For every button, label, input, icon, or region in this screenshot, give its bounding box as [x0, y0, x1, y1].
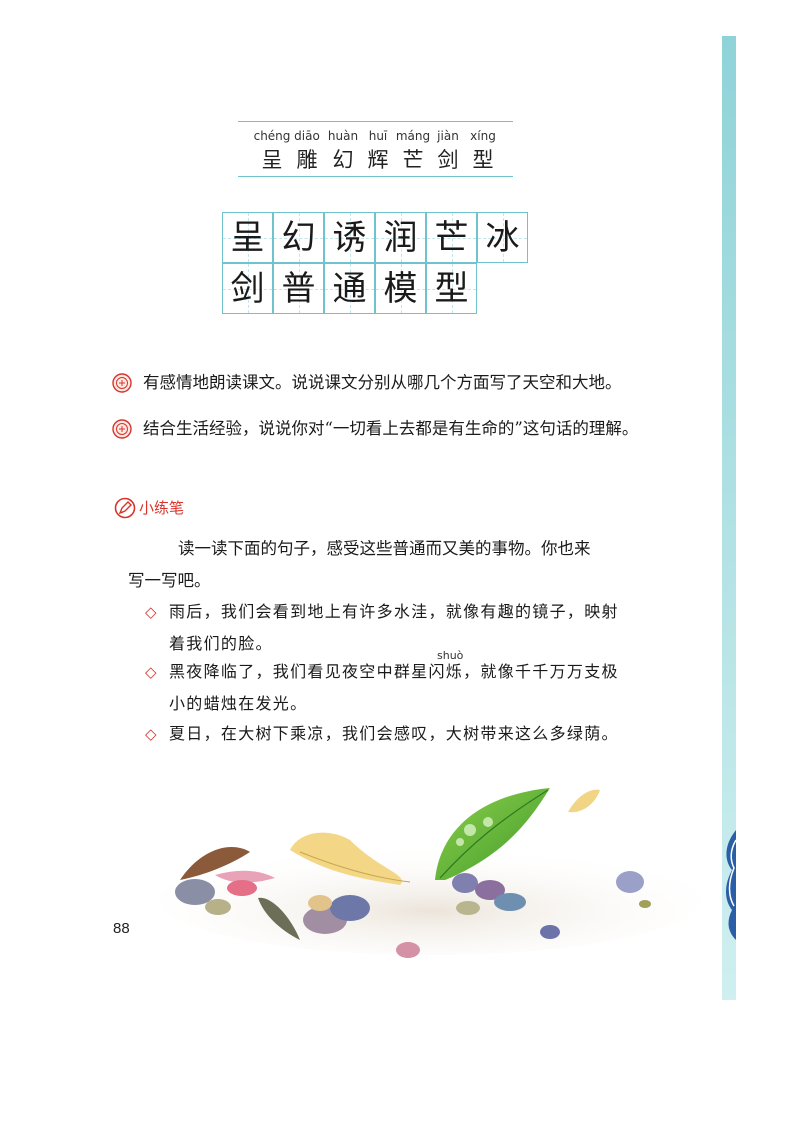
item-line: 夏日，在大树下乘凉，我们会感叹，大树带来这么多绿荫。 — [169, 724, 619, 743]
writing-cell: 型 — [426, 263, 477, 314]
pinyin: xíng — [470, 129, 496, 143]
item-line: 小的蜡烛在发光。 — [169, 694, 308, 713]
question-text: 有感情地朗读课文。说说课文分别从哪几个方面写了天空和大地。 — [143, 373, 622, 392]
writing-cell: 普 — [273, 263, 324, 314]
hanzi: 型 — [472, 148, 494, 172]
writing-char: 润 — [383, 218, 418, 258]
practice-item-text: 雨后，我们会看到地上有许多水洼，就像有趣的镜子，映射 着我们的脸。 — [169, 596, 639, 660]
hanzi: 辉 — [367, 148, 389, 172]
writing-cell: 通 — [324, 263, 375, 314]
practice-title: 小练笔 — [139, 499, 185, 517]
writing-cell: 幻 — [273, 212, 324, 263]
writing-char: 冰 — [485, 218, 520, 258]
item-line: 雨后，我们会看到地上有许多水洼，就像有趣的镜子，映射 — [169, 602, 619, 621]
writing-char: 模 — [383, 269, 418, 309]
reading-top-rule — [238, 121, 513, 122]
diamond-bullet-icon: ◇ — [145, 603, 157, 621]
writing-cell: 冰 — [477, 212, 528, 263]
writing-cell: 模 — [375, 263, 426, 314]
pen-icon — [114, 497, 136, 519]
reading-characters-box: chéng 呈 diāo 雕 huàn 幻 huī 辉 máng 芒 jiàn … — [238, 121, 513, 177]
writing-cell: 诱 — [324, 212, 375, 263]
practice-item-text: 黑夜降临了，我们看见夜空中群星闪烁，就像千千万万支极 小的蜡烛在发光。 — [169, 656, 639, 720]
intro-line: 写一写吧。 — [128, 571, 211, 590]
question-text: 结合生活经验，说说你对“一切看上去都是有生命的”这句话的理解。 — [143, 419, 639, 438]
hanzi: 幻 — [332, 148, 354, 172]
side-color-strip — [722, 36, 736, 1000]
writing-char: 普 — [281, 269, 316, 309]
hanzi: 呈 — [261, 148, 283, 172]
writing-char: 呈 — [230, 218, 265, 258]
question-seal-icon — [112, 373, 132, 393]
diamond-bullet-icon: ◇ — [145, 663, 157, 681]
writing-cell: 剑 — [222, 263, 273, 314]
hanzi: 雕 — [296, 148, 318, 172]
intro-line: 读一读下面的句子，感受这些普通而又美的事物。你也来 — [178, 539, 591, 558]
hanzi: 芒 — [402, 148, 424, 172]
page-number: 88 — [113, 920, 130, 937]
writing-char: 通 — [332, 269, 367, 309]
writing-char: 诱 — [332, 218, 367, 258]
practice-intro: 读一读下面的句子，感受这些普通而又美的事物。你也来 写一写吧。 — [128, 533, 635, 597]
reading-bottom-rule — [238, 176, 513, 177]
diamond-bullet-icon: ◇ — [145, 725, 157, 743]
writing-char: 型 — [434, 269, 469, 309]
question-seal-icon — [112, 419, 132, 439]
writing-char: 剑 — [230, 269, 265, 309]
writing-char: 芒 — [434, 218, 469, 258]
leaves-and-pebbles-illustration — [160, 788, 700, 958]
writing-char: 幻 — [281, 218, 316, 258]
practice-item-text: 夏日，在大树下乘凉，我们会感叹，大树带来这么多绿荫。 — [169, 718, 639, 750]
writing-cell: 润 — [375, 212, 426, 263]
hanzi: 剑 — [437, 148, 459, 172]
item-line: 黑夜降临了，我们看见夜空中群星闪烁，就像千千万万支极 — [169, 662, 619, 681]
wave-decoration-icon — [726, 830, 736, 940]
writing-cell: 呈 — [222, 212, 273, 263]
writing-cell: 芒 — [426, 212, 477, 263]
